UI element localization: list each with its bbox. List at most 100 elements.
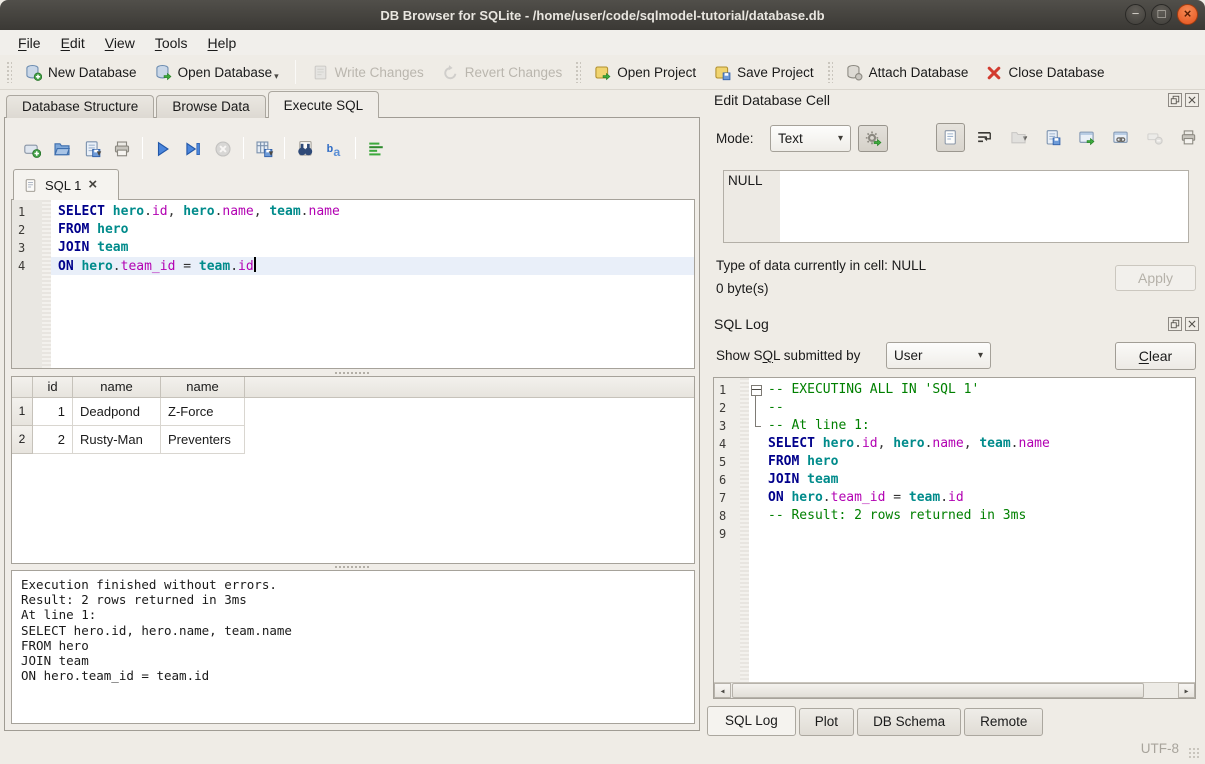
row-header[interactable]: 2	[12, 426, 33, 454]
editor-results-splitter[interactable]	[5, 369, 699, 376]
log-horizontal-scrollbar[interactable]: ◂ ▸	[714, 682, 1195, 698]
toolbar-button-save-project[interactable]: Save Project	[705, 60, 823, 85]
code-token: =	[885, 490, 908, 505]
table-cell[interactable]: 1	[33, 398, 73, 426]
column-header[interactable]: name	[73, 377, 161, 397]
code-token	[799, 454, 807, 469]
table-cell[interactable]: Deadpond	[73, 398, 161, 426]
autocomplete-icon: ba	[326, 140, 344, 158]
row-header[interactable]: 1	[12, 398, 33, 426]
sql-editor[interactable]: 1SELECT hero.id, hero.name, team.name2FR…	[11, 199, 695, 369]
float-panel-icon[interactable]	[1168, 93, 1182, 107]
scroll-left-icon[interactable]: ◂	[714, 683, 731, 698]
toolbar-button-close-database[interactable]: Close Database	[977, 60, 1113, 85]
float-panel-icon[interactable]	[1168, 317, 1182, 331]
code-token: -- At line 1:	[768, 418, 870, 433]
sqltoolbar-button-save-sql-file[interactable]: ▾	[77, 135, 107, 161]
log-line: 2--	[714, 399, 1195, 417]
log-filter-select[interactable]: User ▾	[886, 342, 991, 369]
toolbar-separator	[295, 60, 296, 84]
results-message-splitter[interactable]	[5, 563, 699, 570]
menu-item-tools[interactable]: Tools	[145, 32, 198, 54]
code-token: id	[152, 204, 168, 219]
sqltoolbar-button-find-replace[interactable]	[290, 135, 320, 161]
sqltoolbar-button-new-sql-tab[interactable]	[17, 135, 47, 161]
code-token: name	[1019, 436, 1050, 451]
results-corner-header[interactable]	[12, 377, 33, 397]
text-mode-icon	[942, 129, 959, 146]
tab-remote[interactable]: Remote	[964, 708, 1043, 736]
menu-item-file[interactable]: File	[8, 32, 51, 54]
toolbar-button-new-database[interactable]: New Database	[16, 60, 146, 85]
mode-select[interactable]: Text ▾	[770, 125, 851, 152]
cell-editor-toolbar: ▾	[936, 123, 1203, 152]
table-cell[interactable]: Preventers	[161, 426, 245, 454]
auto-apply-button[interactable]	[858, 125, 888, 152]
table-cell[interactable]: Rusty-Man	[73, 426, 161, 454]
open-file-icon	[1010, 129, 1027, 146]
sqltoolbar-button-open-sql-file[interactable]	[47, 135, 77, 161]
sqltoolbar-button-execute-all[interactable]	[148, 135, 178, 161]
resize-grip[interactable]	[1188, 747, 1201, 760]
sql-log-view[interactable]: 1-- EXECUTING ALL IN 'SQL 1'2--3-- At li…	[713, 377, 1196, 699]
tab-execute-sql[interactable]: Execute SQL	[268, 91, 380, 118]
column-header[interactable]: name	[161, 377, 245, 397]
celltoolbar-button-save-file[interactable]	[1038, 123, 1067, 152]
table-row: 22Rusty-ManPreventers	[12, 426, 694, 454]
code-token: hero	[791, 490, 822, 505]
clear-log-button[interactable]: Clear	[1115, 342, 1196, 370]
sql-editor-tab-label: SQL 1	[45, 178, 81, 193]
tab-database-structure[interactable]: Database Structure	[6, 95, 154, 118]
menu-item-edit[interactable]: Edit	[51, 32, 95, 54]
sqltoolbar-button-print[interactable]	[107, 135, 137, 161]
fold-toggle-icon[interactable]	[749, 381, 764, 399]
code-token: SELECT	[768, 436, 815, 451]
toolbar-drag-handle[interactable]	[6, 61, 12, 83]
sql-log-panel-buttons	[1168, 317, 1199, 331]
close-panel-icon[interactable]	[1185, 317, 1199, 331]
editor-line: 1SELECT hero.id, hero.name, team.name	[12, 203, 694, 221]
code-token: team	[97, 240, 128, 255]
celltoolbar-button-word-wrap[interactable]	[970, 123, 999, 152]
sqltoolbar-button-autocomplete[interactable]: ba	[320, 135, 350, 161]
tab-db-schema[interactable]: DB Schema	[857, 708, 961, 736]
sqltoolbar-button-execute-current-line[interactable]	[178, 135, 208, 161]
table-cell[interactable]: Z-Force	[161, 398, 245, 426]
column-header[interactable]: id	[33, 377, 73, 397]
menu-item-help[interactable]: Help	[198, 32, 247, 54]
format-sql-icon	[367, 140, 385, 158]
titlebar[interactable]: DB Browser for SQLite - /home/user/code/…	[0, 0, 1205, 30]
sql-editor-tab[interactable]: SQL 1 ×	[13, 169, 119, 200]
close-button[interactable]: ×	[1177, 4, 1198, 25]
tab-sql-log[interactable]: SQL Log	[707, 706, 796, 736]
stop-icon	[214, 140, 232, 158]
scrollbar-thumb[interactable]	[732, 683, 1144, 698]
open-database-icon	[155, 64, 172, 81]
table-cell[interactable]: 2	[33, 426, 73, 454]
maximize-button[interactable]: □	[1151, 4, 1172, 25]
minimize-button[interactable]: −	[1125, 4, 1146, 25]
toolbar-drag-handle[interactable]	[575, 61, 581, 83]
toolbar-separator	[284, 137, 285, 159]
celltoolbar-button-text-mode[interactable]	[936, 123, 965, 152]
sqltoolbar-button-save-results[interactable]: ▾	[249, 135, 279, 161]
cell-value-editor[interactable]: NULL	[723, 170, 1189, 243]
close-sql-tab-icon[interactable]: ×	[88, 178, 97, 192]
menu-item-view[interactable]: View	[95, 32, 145, 54]
close-panel-icon[interactable]	[1185, 93, 1199, 107]
tab-plot[interactable]: Plot	[799, 708, 854, 736]
toolbar-button-open-database[interactable]: Open Database▾	[146, 60, 288, 85]
toolbar-button-open-project[interactable]: Open Project	[585, 60, 705, 85]
fold-margin	[740, 453, 749, 471]
celltoolbar-button-print-cell[interactable]	[1174, 123, 1203, 152]
celltoolbar-button-copy-link[interactable]	[1106, 123, 1135, 152]
toolbar-drag-handle[interactable]	[827, 61, 833, 83]
sqltoolbar-button-format-sql[interactable]	[361, 135, 391, 161]
tab-browse-data[interactable]: Browse Data	[156, 95, 265, 118]
code-token: ON	[768, 490, 784, 505]
celltoolbar-button-import-data[interactable]	[1072, 123, 1101, 152]
toolbar-button-attach-database[interactable]: Attach Database	[837, 60, 978, 85]
code-token: team	[979, 436, 1010, 451]
scroll-right-icon[interactable]: ▸	[1178, 683, 1195, 698]
code-token: name	[309, 204, 340, 219]
